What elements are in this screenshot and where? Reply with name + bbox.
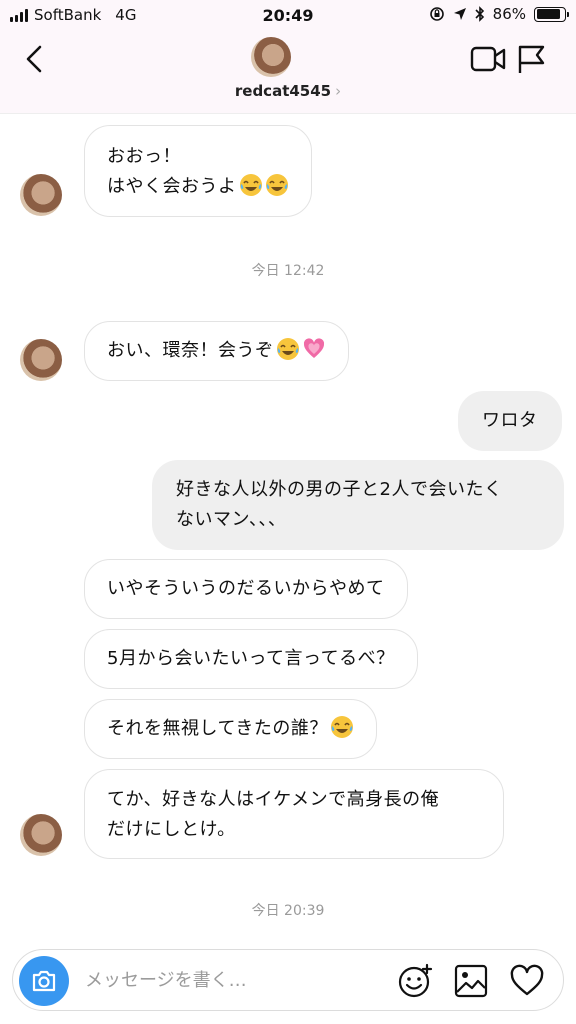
- message-text: それを無視してきたの誰？: [107, 718, 328, 739]
- message-bubble-incoming[interactable]: いやそういうのだるいからやめて: [84, 559, 408, 619]
- message-bubble-outgoing[interactable]: ワロタ: [458, 391, 562, 451]
- message-bubble-incoming[interactable]: それを無視してきたの誰？: [84, 699, 377, 759]
- battery-percent: 86%: [492, 5, 526, 23]
- timestamp: 今日 20:39: [251, 903, 325, 919]
- message-bubble-incoming[interactable]: おい、環奈！会うぞ: [84, 321, 349, 381]
- message-text: おい、環奈！会うぞ: [107, 340, 274, 361]
- battery-icon: [534, 6, 569, 22]
- username-label: redcat4545: [234, 82, 332, 100]
- flag-icon[interactable]: [516, 44, 546, 74]
- message-text: ワロタ: [482, 410, 538, 431]
- message-composer: [12, 949, 564, 1011]
- status-bar-right: 86%: [429, 5, 569, 23]
- laugh-cry-emoji: [265, 174, 288, 196]
- conversation-header: redcat4545 ›: [0, 32, 576, 114]
- header-avatar[interactable]: [251, 37, 291, 77]
- heart-icon[interactable]: [509, 963, 545, 999]
- message-input[interactable]: [85, 966, 385, 994]
- sender-avatar[interactable]: [20, 814, 62, 856]
- message-text: だけにしとけ。: [107, 819, 236, 840]
- location-icon: [453, 8, 466, 20]
- video-call-icon[interactable]: [470, 45, 506, 73]
- battery-fill: [536, 9, 560, 19]
- bluetooth-icon: [475, 6, 484, 22]
- laugh-cry-emoji: [239, 174, 262, 196]
- message-text: ないマン、、、: [176, 509, 287, 530]
- sender-avatar[interactable]: [20, 174, 62, 216]
- username-link[interactable]: redcat4545 ›: [0, 82, 576, 100]
- pink-heart-emoji: [303, 338, 324, 358]
- message-text: いやそういうのだるいからやめて: [107, 578, 385, 599]
- camera-icon: [32, 970, 56, 992]
- sender-avatar[interactable]: [20, 339, 62, 381]
- laugh-cry-emoji: [276, 338, 299, 360]
- chevron-right-icon: ›: [335, 82, 342, 100]
- message-text: 好きな人以外の男の子と2人で会いたく: [176, 479, 503, 500]
- back-icon[interactable]: [22, 44, 48, 74]
- gallery-icon[interactable]: [453, 963, 489, 999]
- message-text: 5月から会いたいって言ってるべ？: [107, 648, 395, 669]
- timestamp: 今日 12:42: [251, 263, 325, 279]
- message-bubble-incoming[interactable]: おおっ！ はやく会おうよ: [84, 125, 312, 217]
- orientation-lock-icon: [429, 7, 444, 21]
- sticker-icon[interactable]: [397, 963, 433, 999]
- message-bubble-incoming[interactable]: 5月から会いたいって言ってるべ？: [84, 629, 418, 689]
- laugh-cry-emoji: [330, 716, 353, 738]
- message-bubble-outgoing[interactable]: 好きな人以外の男の子と2人で会いたく ないマン、、、: [152, 460, 564, 550]
- message-bubble-incoming[interactable]: てか、好きな人はイケメンで高身長の俺 だけにしとけ。: [84, 769, 504, 859]
- message-text: おおっ！: [107, 146, 181, 167]
- message-text: はやく会おうよ: [107, 176, 237, 197]
- status-bar: SoftBank 4G 20:49 86%: [0, 0, 576, 32]
- camera-button[interactable]: [19, 956, 69, 1006]
- message-text: てか、好きな人はイケメンで高身長の俺: [107, 789, 440, 810]
